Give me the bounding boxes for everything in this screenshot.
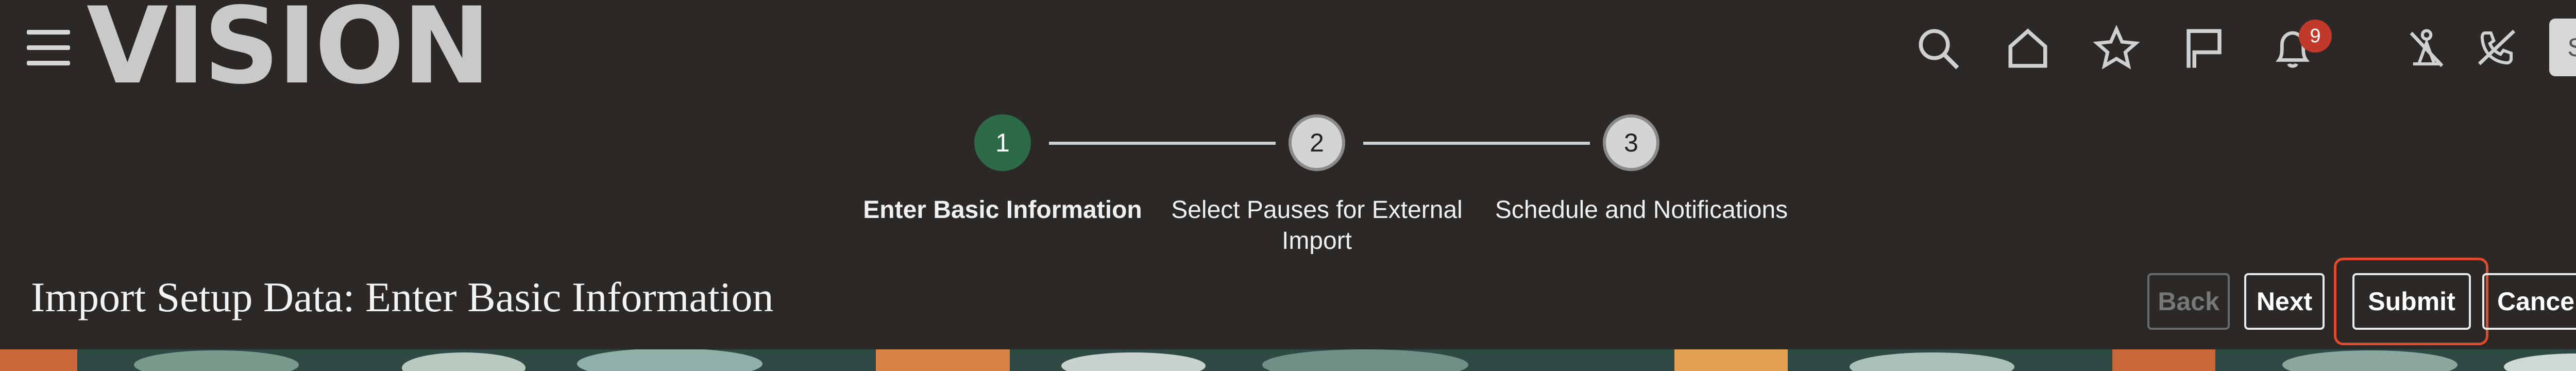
notification-count-badge: 9: [2299, 20, 2332, 53]
flag-icon[interactable]: [2178, 23, 2230, 74]
submit-button[interactable]: Submit: [2352, 273, 2471, 330]
favorites-star-icon[interactable]: [2091, 23, 2142, 74]
cancel-button[interactable]: Cancel: [2482, 273, 2576, 330]
train-connector: [1363, 142, 1590, 145]
step-1-circle[interactable]: 1: [974, 114, 1031, 171]
train-connector: [1049, 142, 1276, 145]
phone-off-icon[interactable]: [2471, 23, 2522, 74]
step-1-label: Enter Basic Information: [863, 196, 1142, 224]
step-2-circle[interactable]: 2: [1289, 114, 1345, 171]
step-3-circle[interactable]: 3: [1603, 114, 1659, 171]
step-3-label: Schedule and Notifications: [1495, 196, 1788, 224]
page-title: Import Setup Data: Enter Basic Informati…: [31, 274, 774, 321]
vision-logo[interactable]: VISION: [87, 0, 491, 99]
user-avatar[interactable]: SI: [2549, 19, 2576, 76]
home-icon[interactable]: [2002, 23, 2054, 74]
accessibility-off-icon[interactable]: [2401, 23, 2452, 74]
search-icon[interactable]: [1912, 23, 1964, 74]
next-button[interactable]: Next: [2244, 273, 2325, 330]
back-button[interactable]: Back: [2147, 273, 2230, 330]
step-2-label: Select Pauses for External Import: [1171, 196, 1463, 255]
decorative-banner-image: [0, 349, 2576, 371]
global-header: VISION 9 SI: [0, 0, 2576, 103]
menu-icon[interactable]: [27, 30, 70, 66]
